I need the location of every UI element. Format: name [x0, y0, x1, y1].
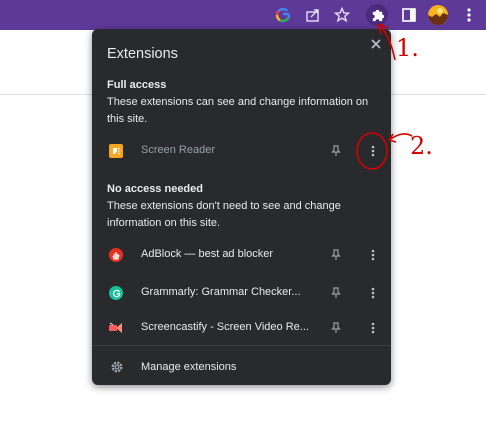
extension-name: Grammarly: Grammar Checker... — [141, 286, 301, 298]
pin-icon[interactable] — [328, 143, 344, 159]
grammarly-icon — [109, 286, 123, 300]
extension-name: Screencastify - Screen Video Re... — [141, 321, 309, 333]
extension-row-adblock[interactable]: AdBlock — best ad blocker — [92, 237, 391, 273]
adblock-icon — [109, 248, 123, 262]
extension-name: AdBlock — best ad blocker — [141, 248, 274, 260]
extension-name: Screen Reader — [141, 144, 215, 156]
extensions-popup: Extensions Full access These extensions … — [92, 29, 391, 385]
profile-avatar[interactable] — [427, 4, 449, 26]
no-access-description: These extensions don't need to see and c… — [107, 200, 341, 229]
screencastify-icon — [109, 321, 123, 335]
extension-row-grammarly[interactable]: Grammarly: Grammar Checker... — [92, 275, 391, 311]
screen-reader-icon — [109, 144, 123, 158]
google-lens-icon[interactable] — [272, 4, 294, 26]
more-options-icon[interactable] — [364, 142, 382, 160]
pin-icon[interactable] — [328, 285, 344, 301]
extensions-puzzle-icon[interactable] — [366, 4, 388, 26]
annotation-step-1: 1. — [396, 34, 419, 62]
gear-icon — [111, 361, 123, 373]
pin-icon[interactable] — [328, 320, 344, 336]
annotation-step-2: 2. — [410, 132, 433, 160]
full-access-description: These extensions can see and change info… — [107, 96, 369, 125]
more-options-icon[interactable] — [364, 284, 382, 302]
manage-extensions-label: Manage extensions — [141, 361, 237, 373]
pin-icon[interactable] — [328, 247, 344, 263]
more-options-icon[interactable] — [364, 246, 382, 264]
share-icon[interactable] — [302, 4, 324, 26]
more-options-icon[interactable] — [364, 319, 382, 337]
close-icon[interactable] — [366, 34, 386, 54]
star-icon[interactable] — [331, 4, 353, 26]
extension-row-screencastify[interactable]: Screencastify - Screen Video Re... — [92, 310, 391, 346]
full-access-heading: Full access — [107, 79, 167, 91]
popup-divider — [92, 345, 391, 346]
extension-row-screen-reader[interactable]: Screen Reader — [92, 133, 391, 169]
no-access-heading: No access needed — [107, 183, 203, 195]
side-panel-icon[interactable] — [398, 4, 420, 26]
manage-extensions-button[interactable]: Manage extensions — [92, 353, 391, 381]
popup-title: Extensions — [107, 46, 178, 62]
browser-toolbar — [0, 0, 486, 30]
more-vert-icon[interactable] — [458, 4, 480, 26]
